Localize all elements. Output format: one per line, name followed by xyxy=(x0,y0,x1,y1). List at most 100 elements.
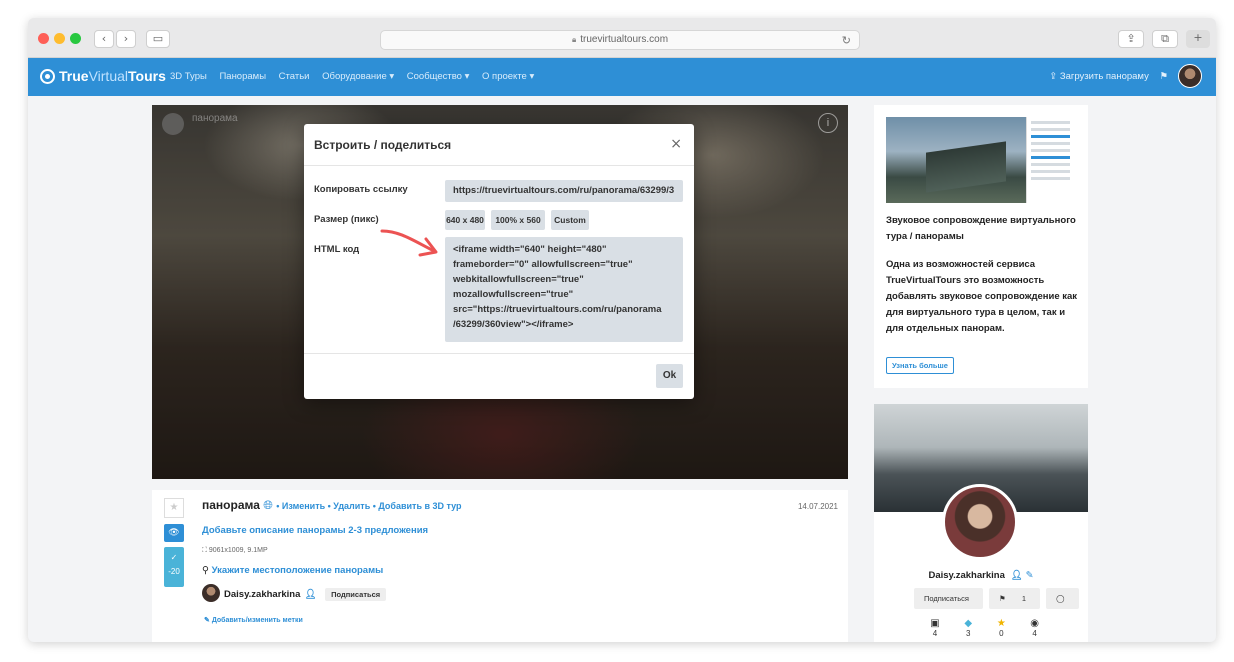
html-code-textarea[interactable]: <iframe width="640" height="480" framebo… xyxy=(445,237,683,342)
chevron-left-icon: ‹ xyxy=(101,32,107,45)
tags-count[interactable]: ⚑ 1 xyxy=(989,588,1041,609)
star-count: 0 xyxy=(999,629,1004,638)
camera-stat: ▣ 4 xyxy=(920,618,950,638)
upload-panorama-link[interactable]: ⇪ Загрузить панораму ⚑ xyxy=(1049,71,1168,82)
embed-share-modal: Встроить / поделиться × Копировать ссылк… xyxy=(304,124,694,399)
sidebar-toggle-button[interactable]: ▭ xyxy=(146,30,170,48)
new-tab-button[interactable]: + xyxy=(1186,30,1210,48)
back-button[interactable]: ‹ xyxy=(94,30,114,48)
description-link[interactable]: Добавьте описание панорамы 2-3 предложен… xyxy=(202,525,428,536)
ok-button[interactable]: Ok xyxy=(656,364,683,388)
panorama-actions[interactable]: • Изменить • Удалить • Добавить в 3D тур xyxy=(276,501,461,511)
sidebar-icon: ▭ xyxy=(152,32,164,45)
url-text: truevirtualtours.com xyxy=(580,34,669,45)
red-arrow-icon xyxy=(380,229,438,257)
browser-titlebar: ‹ › ▭ 🔒︎ truevirtualtours.com ↻ ⇪ ⧉ + xyxy=(28,18,1216,58)
modal-footer: Ok xyxy=(304,353,694,399)
size-custom-button[interactable]: Custom xyxy=(551,210,589,230)
tabs-button[interactable]: ⧉ xyxy=(1152,30,1178,48)
profile-subscribe-button[interactable]: Подписаться xyxy=(914,588,983,609)
star-icon[interactable]: ★ xyxy=(164,498,184,518)
site-navbar: TrueVirtualTours 3D Туры Панорамы Статьи… xyxy=(28,58,1216,96)
lock-icon: 🔒︎ xyxy=(571,35,577,44)
profile-name-row: Daisy.zakharkina 👤︎ ✎ xyxy=(874,570,1088,581)
site-logo[interactable]: TrueVirtualTours xyxy=(40,68,166,84)
address-bar[interactable]: 🔒︎ truevirtualtours.com ↻ xyxy=(380,30,860,50)
location-link[interactable]: Укажите местоположение панорамы xyxy=(212,565,384,576)
viewer-title: панорама xyxy=(192,113,238,124)
panorama-title-row: панорама 🌐︎ • Изменить • Удалить • Добав… xyxy=(202,498,462,513)
nav-3d-tours[interactable]: 3D Туры xyxy=(170,71,207,82)
reload-icon[interactable]: ↻ xyxy=(842,32,851,50)
tag-count-value: 1 xyxy=(1016,591,1032,606)
building-image xyxy=(926,141,1006,193)
share-button[interactable]: ⇪ xyxy=(1118,30,1144,48)
feature-card: Звуковое сопровождение виртуального тура… xyxy=(874,105,1088,388)
author-row: Daisy.zakharkina 👤︎ Подписаться xyxy=(202,584,387,602)
profile-subscribe-label: Подписаться xyxy=(919,591,974,606)
diamond-count: 3 xyxy=(965,629,971,638)
feature-card-title: Звуковое сопровождение виртуального тура… xyxy=(886,215,1076,242)
close-icon[interactable]: × xyxy=(670,136,682,152)
size-label: Размер (пикс) xyxy=(314,214,379,225)
logo-icon xyxy=(40,69,55,84)
profile-card: Daisy.zakharkina 👤︎ ✎ Подписаться ⚑ 1 ◯ ▣… xyxy=(874,404,1088,642)
maximize-window-button[interactable] xyxy=(70,33,81,44)
viewer-avatar xyxy=(162,113,184,135)
globe-icon[interactable]: 🌐︎ xyxy=(263,498,273,512)
size-640x480-button[interactable]: 640 x 480 xyxy=(445,210,485,230)
nav-equipment[interactable]: Оборудование ▾ xyxy=(322,71,394,82)
pencil-icon[interactable]: ✎ xyxy=(1026,570,1034,581)
nav-community[interactable]: Сообщество ▾ xyxy=(407,71,470,82)
comment-button[interactable]: ◯ xyxy=(1046,588,1079,609)
bell-icon[interactable]: ⚑ xyxy=(1159,71,1168,82)
diamond-stat: ◆ 3 xyxy=(953,618,983,638)
tabs-icon: ⧉ xyxy=(1161,32,1169,45)
subscribe-label: Подписаться xyxy=(331,590,381,599)
author-avatar[interactable] xyxy=(202,584,220,602)
profile-avatar[interactable] xyxy=(942,484,1018,560)
location-row[interactable]: ⚲ Укажите местоположение панорамы xyxy=(202,565,383,576)
nav-links: 3D Туры Панорамы Статьи Оборудование ▾ С… xyxy=(170,71,544,82)
edit-tags-label: Добавить/изменить метки xyxy=(211,617,303,624)
edit-tags-link[interactable]: ✎ Добавить/изменить метки xyxy=(204,616,303,624)
feature-card-image xyxy=(886,117,1074,203)
vote-widget[interactable]: ✓ -20 xyxy=(164,547,184,587)
star-icon: ★ xyxy=(996,618,1006,629)
copy-link-field[interactable]: https://truevirtualtours.com/ru/panorama… xyxy=(445,180,683,202)
nav-about[interactable]: О проекте ▾ xyxy=(482,71,534,82)
panorama-date: 14.07.2021 xyxy=(797,502,838,511)
tag-icon: ⚑ xyxy=(994,591,1011,606)
user-icon: 👤︎ xyxy=(304,589,317,600)
author-name[interactable]: Daisy.zakharkina xyxy=(224,589,300,600)
logo-text-suffix: Tours xyxy=(128,68,166,84)
close-window-button[interactable] xyxy=(38,33,49,44)
logo-text-mid: Virtual xyxy=(88,68,129,84)
eye-icon[interactable]: 👁︎ xyxy=(164,524,184,542)
browser-window: ‹ › ▭ 🔒︎ truevirtualtours.com ↻ ⇪ ⧉ + Tru… xyxy=(28,18,1216,642)
info-icon[interactable]: i xyxy=(818,113,838,133)
camera-count: 4 xyxy=(932,629,938,638)
user-icon: 👤︎ xyxy=(1010,570,1023,581)
minimize-window-button[interactable] xyxy=(54,33,65,44)
nav-panoramas[interactable]: Панорамы xyxy=(219,71,266,82)
resolution-text: ⛶ 9061x1009, 9.1MP xyxy=(202,547,268,554)
views-count: 4 xyxy=(1032,629,1037,638)
star-stat: ★ 0 xyxy=(986,618,1016,638)
feature-card-text: Одна из возможностей сервиса TrueVirtual… xyxy=(886,259,1078,334)
subscribe-button[interactable]: Подписаться xyxy=(325,588,387,601)
upload-label: ⇪ Загрузить панораму xyxy=(1049,71,1149,82)
share-icon: ⇪ xyxy=(1126,32,1136,45)
size-100x560-button[interactable]: 100% x 560 xyxy=(491,210,545,230)
profile-name[interactable]: Daisy.zakharkina xyxy=(928,570,1004,581)
forward-button[interactable]: › xyxy=(116,30,136,48)
learn-more-button[interactable]: Узнать больше xyxy=(886,357,954,374)
nav-articles[interactable]: Статьи xyxy=(279,71,310,82)
views-stat: ◉ 4 xyxy=(1020,618,1050,638)
panorama-title: панорама xyxy=(202,498,260,512)
modal-header: Встроить / поделиться × xyxy=(304,124,694,166)
chevron-right-icon: › xyxy=(123,32,129,45)
modal-title: Встроить / поделиться xyxy=(314,138,452,152)
user-avatar[interactable] xyxy=(1178,64,1202,88)
panorama-info: ★ 👁︎ ✓ -20 панорама 🌐︎ • Изменить • Удал… xyxy=(152,490,848,642)
